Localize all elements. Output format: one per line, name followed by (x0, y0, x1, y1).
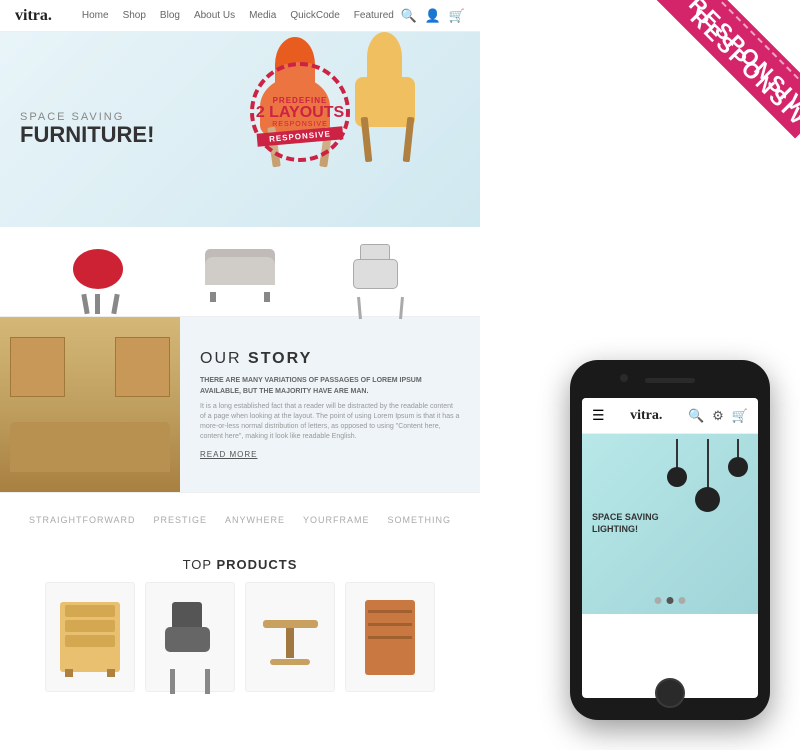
phone-body: ☰ vitra. 🔍 ⚙ 🛒 SPACE SAVING LIGHTING! (570, 360, 770, 720)
story-body: It is a long established fact that a rea… (200, 402, 460, 441)
phone-hero-lamps (667, 439, 748, 512)
phone-mockup: ☰ vitra. 🔍 ⚙ 🛒 SPACE SAVING LIGHTING! (550, 360, 790, 740)
phone-home-button[interactable] (655, 678, 685, 708)
brand-1: Straightforward (29, 515, 136, 525)
thumb-chair-wire (340, 237, 420, 307)
phone-nav: ☰ vitra. 🔍 ⚙ 🛒 (582, 398, 758, 434)
phone-hero-text: SPACE SAVING LIGHTING! (592, 512, 659, 535)
nav-icons: 🔍 👤 🛒 (400, 8, 465, 24)
left-panel: vitra. Home Shop Blog About Us Media Qui… (0, 0, 480, 750)
thumb-sofa (200, 237, 280, 307)
stamp: PREDEFINE 2 LAYOUTS RESPONSIVE RESPONSIV… (250, 62, 350, 162)
story-image (0, 317, 180, 492)
product-card-1[interactable] (45, 582, 135, 692)
phone-dots (655, 597, 686, 604)
nav-bar: vitra. Home Shop Blog About Us Media Qui… (0, 0, 480, 32)
hero-text: SPACE SAVING FURNITURE! (20, 111, 154, 147)
brand-4: Yourframe (303, 515, 370, 525)
lamp-1 (667, 439, 687, 512)
nav-home[interactable]: Home (82, 10, 109, 21)
thumb-chair-red (60, 237, 140, 307)
product-card-3[interactable] (245, 582, 335, 692)
responsive-ribbon: RESPONSIVE RESPONSIVE (620, 0, 800, 180)
top-products-title: TOP PRODUCTS (15, 557, 465, 572)
nav-shop[interactable]: Shop (123, 10, 146, 21)
phone-screen: ☰ vitra. 🔍 ⚙ 🛒 SPACE SAVING LIGHTING! (582, 398, 758, 698)
brand-2: Prestige (153, 515, 207, 525)
story-section: OUR STORY THERE ARE MANY VARIATIONS OF P… (0, 317, 480, 492)
phone-nav-logo: vitra. (630, 408, 662, 424)
read-more-link[interactable]: READ MORE (200, 450, 460, 459)
product-card-2[interactable] (145, 582, 235, 692)
story-title: OUR STORY (200, 350, 460, 368)
dot-1[interactable] (655, 597, 662, 604)
nav-links: Home Shop Blog About Us Media QuickCode … (82, 10, 401, 21)
phone-search-icon[interactable]: 🔍 (688, 408, 704, 424)
brand-5: Something (387, 515, 451, 525)
products-grid (15, 582, 465, 692)
brand-logos: Straightforward Prestige Anywhere Yourfr… (0, 492, 480, 547)
nav-quickcode[interactable]: QuickCode (290, 10, 339, 21)
cart-icon[interactable]: 🛒 (449, 8, 465, 24)
lamp-3 (728, 439, 748, 512)
dot-3[interactable] (679, 597, 686, 604)
nav-blog[interactable]: Blog (160, 10, 180, 21)
phone-hero: SPACE SAVING LIGHTING! (582, 434, 758, 614)
user-icon[interactable]: 👤 (425, 8, 441, 24)
main-container: vitra. Home Shop Blog About Us Media Qui… (0, 0, 800, 750)
stamp-ribbon: RESPONSIVE (257, 126, 344, 146)
ribbon-dashed: RESPONSIVE (638, 0, 800, 148)
chair-tall (355, 42, 420, 162)
dot-2[interactable] (667, 597, 674, 604)
nav-media[interactable]: Media (249, 10, 276, 21)
right-panel: RESPONSIVE RESPONSIVE ☞ 1-Click Installa… (480, 0, 800, 750)
product-thumbs (0, 227, 480, 317)
nav-about[interactable]: About Us (194, 10, 235, 21)
hero-section: SPACE SAVING FURNITURE! (0, 32, 480, 227)
lamp-2 (695, 439, 720, 512)
brand-3: Anywhere (225, 515, 285, 525)
phone-gear-icon[interactable]: ⚙ (712, 408, 724, 424)
phone-speaker (645, 378, 695, 383)
story-text-bold: THERE ARE MANY VARIATIONS OF PASSAGES OF… (200, 376, 460, 397)
hero-title: FURNITURE! (20, 123, 154, 147)
top-products-section: TOP PRODUCTS (0, 547, 480, 702)
phone-cart-icon[interactable]: 🛒 (732, 408, 748, 424)
phone-nav-icons: 🔍 ⚙ 🛒 (688, 408, 748, 424)
nav-logo: vitra. (15, 7, 52, 25)
phone-camera (620, 374, 628, 382)
product-card-4[interactable] (345, 582, 435, 692)
story-content: OUR STORY THERE ARE MANY VARIATIONS OF P… (180, 317, 480, 492)
phone-menu-icon[interactable]: ☰ (592, 407, 605, 424)
search-icon[interactable]: 🔍 (400, 8, 416, 24)
nav-featured[interactable]: Featured (354, 10, 394, 21)
stamp-main: 2 LAYOUTS (256, 105, 344, 121)
